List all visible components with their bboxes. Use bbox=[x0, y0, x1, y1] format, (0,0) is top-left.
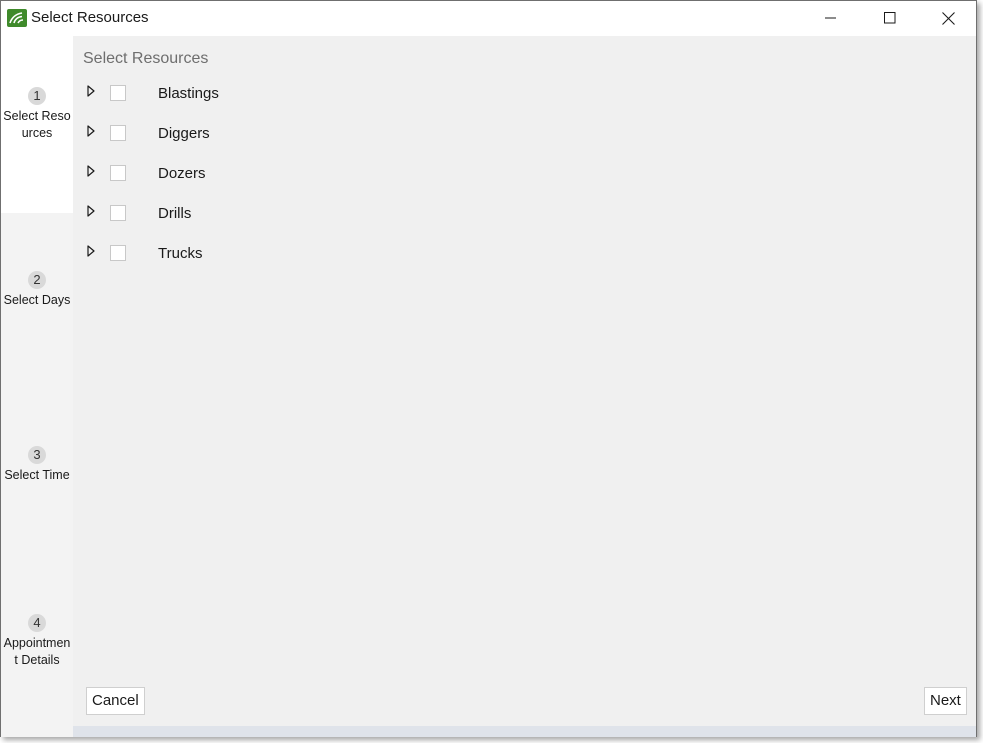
step-label: Select Days bbox=[3, 293, 71, 307]
maximize-button[interactable] bbox=[861, 1, 919, 35]
content-panel: Select Resources Blastings Diggers Dozer… bbox=[73, 36, 976, 726]
step-select-days[interactable]: 2 Select Days bbox=[1, 271, 73, 331]
step-label: Appointment Details bbox=[3, 636, 71, 667]
resource-label: Blastings bbox=[158, 85, 219, 102]
resource-checkbox[interactable] bbox=[110, 165, 126, 181]
expand-arrow-icon[interactable] bbox=[85, 165, 97, 177]
cancel-button[interactable]: Cancel bbox=[86, 687, 145, 715]
step-number-badge: 4 bbox=[28, 614, 46, 632]
step-appointment-details[interactable]: 4 Appointment Details bbox=[1, 614, 73, 694]
resource-label: Drills bbox=[158, 205, 192, 222]
minimize-button[interactable] bbox=[802, 1, 860, 35]
expand-arrow-icon[interactable] bbox=[85, 245, 97, 257]
expand-arrow-icon[interactable] bbox=[85, 125, 97, 137]
minimize-icon bbox=[825, 17, 836, 19]
window-title: Select Resources bbox=[31, 9, 149, 26]
step-number-badge: 3 bbox=[28, 446, 46, 464]
wizard-steps-sidebar: 1 Select Resources 2 Select Days 3 Selec… bbox=[1, 36, 73, 737]
tree-row: Trucks bbox=[73, 242, 976, 282]
app-logo-icon bbox=[7, 9, 27, 27]
status-strip bbox=[73, 726, 976, 737]
step-select-time[interactable]: 3 Select Time bbox=[1, 446, 73, 506]
step-label: Select Time bbox=[4, 468, 70, 482]
resource-tree: Blastings Diggers Dozers Drills Trucks bbox=[73, 82, 976, 282]
section-title: Select Resources bbox=[83, 50, 209, 67]
step-number-badge: 1 bbox=[28, 87, 46, 105]
close-button[interactable] bbox=[919, 1, 977, 35]
step-select-resources[interactable]: 1 Select Resources bbox=[1, 36, 73, 213]
next-button[interactable]: Next bbox=[924, 687, 967, 715]
resource-checkbox[interactable] bbox=[110, 205, 126, 221]
title-bar[interactable]: Select Resources bbox=[1, 1, 976, 36]
select-resources-window: Select Resources 1 Select Resources 2 Se… bbox=[0, 0, 977, 737]
close-icon bbox=[941, 11, 955, 25]
resource-label: Diggers bbox=[158, 125, 210, 142]
tree-row: Drills bbox=[73, 202, 976, 242]
expand-arrow-icon[interactable] bbox=[85, 205, 97, 217]
tree-row: Dozers bbox=[73, 162, 976, 202]
maximize-icon bbox=[884, 12, 896, 24]
resource-label: Dozers bbox=[158, 165, 206, 182]
tree-row: Blastings bbox=[73, 82, 976, 122]
resource-label: Trucks bbox=[158, 245, 203, 262]
step-label: Select Resources bbox=[3, 109, 71, 140]
resource-checkbox[interactable] bbox=[110, 85, 126, 101]
tree-row: Diggers bbox=[73, 122, 976, 162]
resource-checkbox[interactable] bbox=[110, 245, 126, 261]
resource-checkbox[interactable] bbox=[110, 125, 126, 141]
step-number-badge: 2 bbox=[28, 271, 46, 289]
expand-arrow-icon[interactable] bbox=[85, 85, 97, 97]
